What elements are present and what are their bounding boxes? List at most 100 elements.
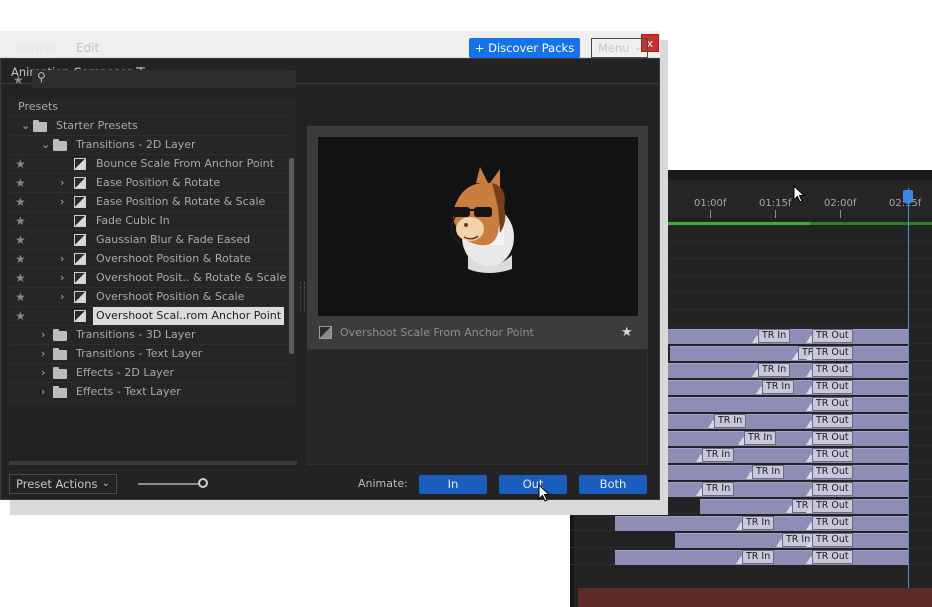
tree-folder[interactable]: › Effects - 2D Layer xyxy=(9,364,289,383)
transition-in-marker[interactable]: TR In xyxy=(742,550,775,564)
transition-out-marker[interactable]: TR Out xyxy=(812,431,853,445)
preset-icon xyxy=(74,158,86,170)
tree-label: Ease Position & Rotate xyxy=(96,176,221,189)
tree-label: Transitions - Text Layer xyxy=(76,347,203,360)
tree-preset[interactable]: ★ › Overshoot Posit.. & Rotate & Scale xyxy=(9,269,289,288)
chevron-right-icon[interactable]: › xyxy=(41,364,45,382)
timeline-layer-row[interactable]: TR InTR Out xyxy=(570,532,932,548)
folder-icon xyxy=(53,367,67,379)
transition-in-marker[interactable]: TR In xyxy=(742,516,775,530)
transition-in-marker[interactable]: TR In xyxy=(702,448,735,462)
tick-mark xyxy=(840,210,841,218)
tree-preset[interactable]: ★ › Ease Position & Rotate xyxy=(9,174,289,193)
chevron-right-icon[interactable]: › xyxy=(41,326,45,344)
transition-in-marker[interactable]: TR In xyxy=(714,414,747,428)
transition-in-marker[interactable]: TR In xyxy=(744,431,777,445)
star-icon[interactable]: ★ xyxy=(15,250,26,268)
star-icon[interactable]: ★ xyxy=(15,212,26,230)
timeline-layer-row[interactable]: TR In TR Out xyxy=(570,515,932,531)
transition-out-marker[interactable]: TR Out xyxy=(812,414,853,428)
tick-label: 01:00f xyxy=(694,198,727,209)
tree-folder[interactable]: › Effects - Text Layer xyxy=(9,383,289,402)
folder-icon xyxy=(53,329,67,341)
chevron-right-icon[interactable]: › xyxy=(41,383,45,401)
transition-in-marker[interactable]: TR In xyxy=(758,329,791,343)
tree-scrollbar[interactable] xyxy=(289,158,294,354)
transition-out-marker[interactable]: TR Out xyxy=(812,550,853,564)
preset-icon xyxy=(74,196,86,208)
tree-preset[interactable]: ★ Bounce Scale From Anchor Point xyxy=(9,155,289,174)
chevron-right-icon[interactable]: › xyxy=(41,345,45,363)
transition-out-marker[interactable]: TR Out xyxy=(812,346,853,360)
tree-preset[interactable]: ★ › Overshoot Position & Scale xyxy=(9,288,289,307)
tree-horizontal-scrollbar[interactable] xyxy=(9,461,297,465)
layer-bar[interactable] xyxy=(660,431,908,446)
transition-in-marker[interactable]: TR In xyxy=(762,380,795,394)
preview-area[interactable] xyxy=(318,137,638,316)
star-icon[interactable]: ★ xyxy=(15,155,26,173)
discover-packs-button[interactable]: + Discover Packs xyxy=(469,38,580,58)
transition-out-marker[interactable]: TR Out xyxy=(812,380,853,394)
folder-icon xyxy=(33,120,47,132)
tree-folder[interactable]: › Transitions - 3D Layer xyxy=(9,326,289,345)
transition-out-marker[interactable]: TR Out xyxy=(812,448,853,462)
transition-out-marker[interactable]: TR Out xyxy=(812,397,853,411)
mouse-cursor-icon xyxy=(793,185,805,203)
animate-in-button[interactable]: In xyxy=(419,475,487,494)
preset-icon xyxy=(74,177,86,189)
layer-bar[interactable] xyxy=(670,346,908,361)
menu-dropdown[interactable]: Menu ⌄ xyxy=(591,38,648,58)
transition-out-marker[interactable]: TR Out xyxy=(812,499,853,513)
animate-both-button[interactable]: Both xyxy=(579,475,647,494)
layer-bar[interactable] xyxy=(660,414,908,429)
chevron-down-icon: ⌄ xyxy=(633,42,642,53)
star-icon[interactable]: ★ xyxy=(15,174,26,192)
chevron-down-icon[interactable]: ⌄ xyxy=(41,136,50,154)
size-slider-track[interactable] xyxy=(138,483,204,485)
tree-folder[interactable]: ⌄ Transitions - 2D Layer xyxy=(9,136,289,155)
star-icon[interactable]: ★ xyxy=(15,269,26,287)
folder-icon xyxy=(53,386,67,398)
star-icon[interactable]: ★ xyxy=(15,288,26,306)
transition-out-marker[interactable]: TR Out xyxy=(812,329,853,343)
chevron-right-icon[interactable]: › xyxy=(60,250,64,268)
chevron-right-icon[interactable]: › xyxy=(60,193,64,211)
animate-out-button[interactable]: Out xyxy=(499,475,567,494)
chevron-right-icon[interactable]: › xyxy=(60,174,64,192)
playhead-handle[interactable] xyxy=(903,190,913,204)
search-input[interactable] xyxy=(32,70,296,88)
layer-bar[interactable] xyxy=(666,397,908,412)
active-tab-underline xyxy=(14,57,53,58)
chevron-down-icon[interactable]: ⌄ xyxy=(21,117,30,135)
tree-preset[interactable]: ★ Overshoot Scal..rom Anchor Point xyxy=(9,307,289,326)
transition-out-marker[interactable]: TR Out xyxy=(812,482,853,496)
tree-preset[interactable]: ★ › Ease Position & Rotate & Scale xyxy=(9,193,289,212)
chevron-right-icon[interactable]: › xyxy=(60,269,64,287)
star-icon[interactable]: ★ xyxy=(15,193,26,211)
transition-in-marker[interactable]: TR In xyxy=(702,482,735,496)
timeline-layer-row[interactable]: TR In TR Out xyxy=(570,549,932,565)
tree-folder[interactable]: › Transitions - Text Layer xyxy=(9,345,289,364)
transition-out-marker[interactable]: TR Out xyxy=(812,465,853,479)
star-icon[interactable]: ★ xyxy=(15,231,26,249)
favorite-star-icon[interactable]: ★ xyxy=(621,325,633,340)
tree-preset[interactable]: ★ Fade Cubic In xyxy=(9,212,289,231)
transition-out-marker[interactable]: TR Out xyxy=(812,516,853,530)
chevron-right-icon[interactable]: › xyxy=(60,288,64,306)
favorites-filter-icon[interactable]: ★ xyxy=(13,73,24,87)
transition-in-marker[interactable]: TR In xyxy=(752,465,785,479)
size-slider-thumb[interactable] xyxy=(198,478,208,488)
tree-preset[interactable]: ★ Gaussian Blur & Fade Eased xyxy=(9,231,289,250)
preset-icon xyxy=(74,291,86,303)
transition-out-marker[interactable]: TR Out xyxy=(812,363,853,377)
panel-resize-handle[interactable] xyxy=(300,282,305,312)
star-icon[interactable]: ★ xyxy=(15,307,26,325)
preset-actions-dropdown[interactable]: Preset Actions ⌄ xyxy=(9,474,117,494)
transition-in-marker[interactable]: TR In xyxy=(758,363,791,377)
tab-edit[interactable]: Edit xyxy=(76,41,99,55)
tree-preset[interactable]: ★ › Overshoot Position & Rotate xyxy=(9,250,289,269)
preset-actions-label: Preset Actions xyxy=(16,477,98,491)
tab-browse[interactable]: Browse xyxy=(14,41,58,55)
tree-folder[interactable]: ⌄ Starter Presets xyxy=(9,117,289,136)
transition-out-marker[interactable]: TR Out xyxy=(812,533,853,547)
